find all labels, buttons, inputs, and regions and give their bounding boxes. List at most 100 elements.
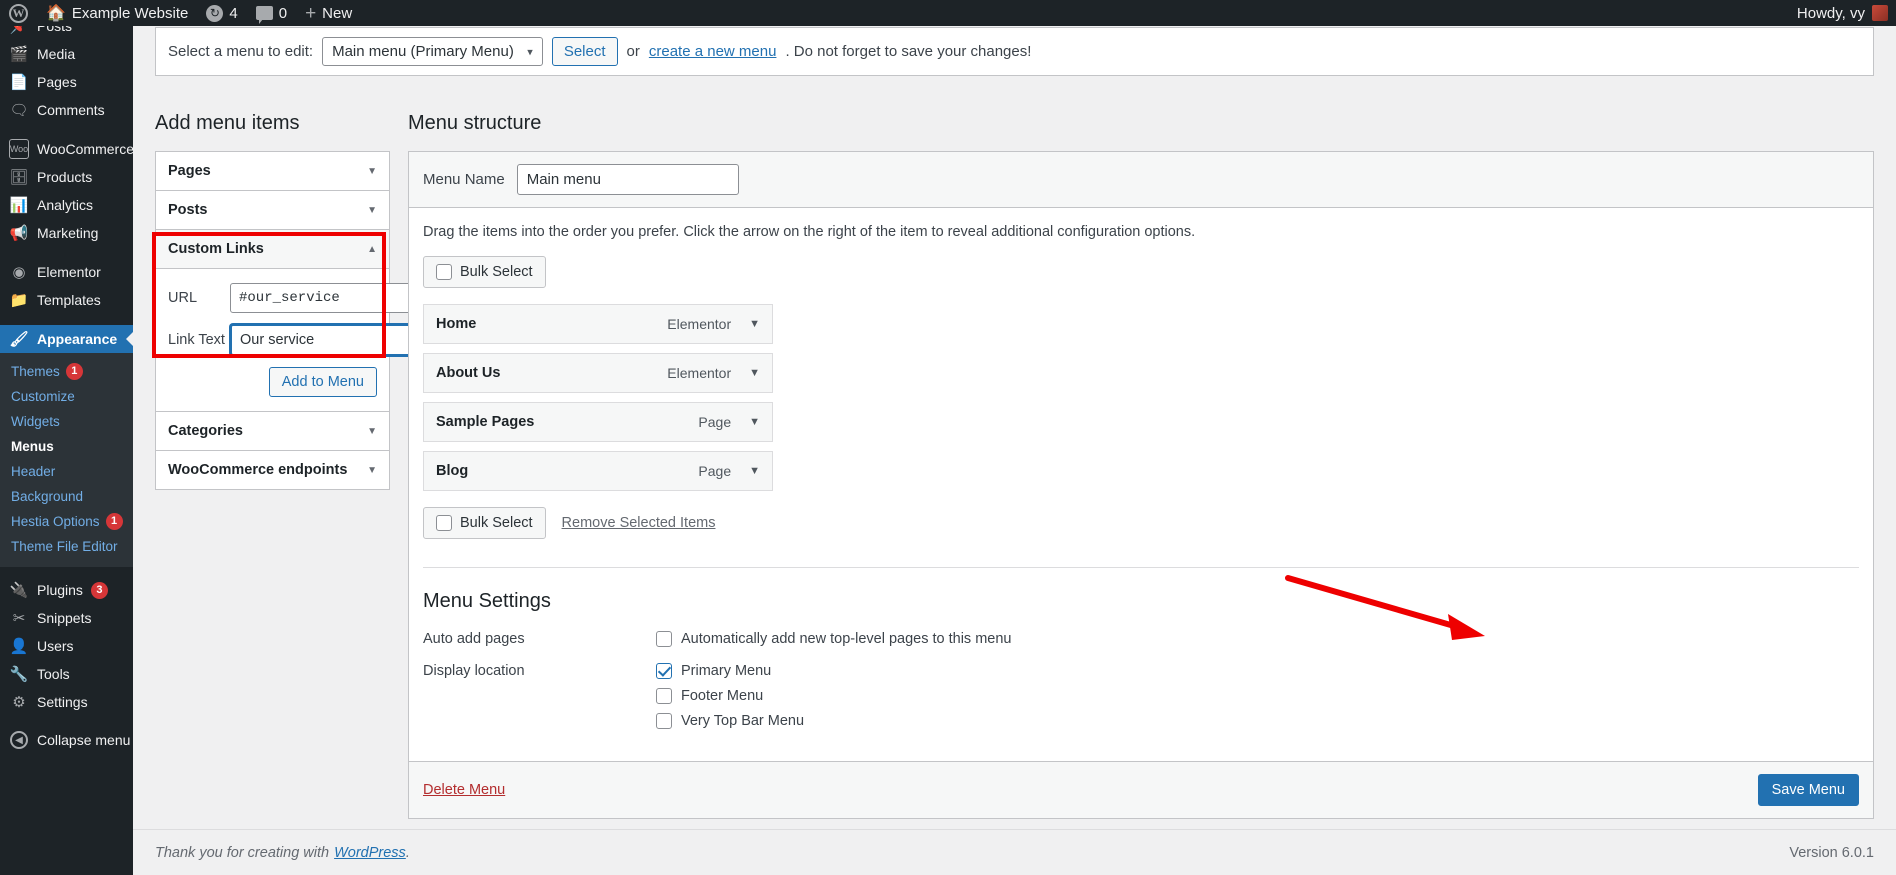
comments-menu[interactable]: 0 — [247, 0, 296, 26]
add-to-menu-button[interactable]: Add to Menu — [268, 367, 377, 397]
submenu-item-header[interactable]: Header — [0, 459, 133, 484]
sidebar-item-analytics[interactable]: 📊 Analytics — [0, 191, 133, 219]
menu-select-dropdown[interactable]: Main menu (Primary Menu) ▾ — [322, 37, 543, 66]
accordion-woocommerce-endpoints[interactable]: WooCommerce endpoints ▼ — [156, 451, 389, 489]
delete-menu-link[interactable]: Delete Menu — [423, 782, 505, 798]
chevron-down-icon: ▾ — [527, 46, 533, 58]
menu-item-row[interactable]: Home Elementor ▼ — [423, 304, 773, 344]
submenu-item-background[interactable]: Background — [0, 484, 133, 509]
sidebar-item-templates[interactable]: 📁 Templates — [0, 286, 133, 314]
chevron-down-icon: ▼ — [367, 425, 377, 437]
menu-item-row[interactable]: About Us Elementor ▼ — [423, 353, 773, 393]
sidebar-item-collapse-menu[interactable]: ◀ Collapse menu — [0, 726, 133, 754]
submenu-item-label: Customize — [11, 389, 75, 404]
auto-add-pages-row: Auto add pages Automatically add new top… — [423, 631, 1859, 647]
submenu-item-customize[interactable]: Customize — [0, 384, 133, 409]
location-footer-menu-item[interactable]: Footer Menu — [656, 688, 804, 704]
media-icon: 🎬 — [9, 46, 29, 63]
auto-add-pages-checkbox[interactable] — [656, 631, 672, 647]
updates-menu[interactable]: ↻ 4 — [197, 0, 246, 26]
menus-columns: Add menu items Pages ▼ Posts ▼ Custom Li… — [133, 112, 1896, 819]
sidebar-item-elementor[interactable]: ◉ Elementor — [0, 258, 133, 286]
submenu-item-themes[interactable]: Themes 1 — [0, 359, 133, 384]
sidebar-item-marketing[interactable]: 📢 Marketing — [0, 219, 133, 247]
bulk-select-top[interactable]: Bulk Select — [423, 256, 546, 288]
menu-structure-panel: Menu Name Drag the items into the order … — [408, 151, 1874, 819]
wordpress-version: Version 6.0.1 — [1789, 844, 1874, 861]
remove-selected-items-link[interactable]: Remove Selected Items — [562, 515, 716, 531]
products-icon: 🗄 — [9, 169, 29, 186]
sidebar-item-label: Pages — [37, 74, 77, 90]
location-very-top-bar-menu-checkbox[interactable] — [656, 713, 672, 729]
accordion-custom-links[interactable]: Custom Links ▲ — [156, 230, 389, 269]
sidebar-item-snippets[interactable]: ✂ Snippets — [0, 604, 133, 632]
chevron-down-icon[interactable]: ▼ — [749, 318, 760, 330]
new-content-menu[interactable]: + New — [296, 0, 361, 26]
chevron-down-icon[interactable]: ▼ — [749, 416, 760, 428]
menu-item-row[interactable]: Sample Pages Page ▼ — [423, 402, 773, 442]
account-menu[interactable]: Howdy, vy — [1797, 5, 1896, 22]
auto-add-options: Automatically add new top-level pages to… — [656, 631, 1011, 647]
location-primary-menu-checkbox[interactable] — [656, 663, 672, 679]
bulk-select-label: Bulk Select — [460, 515, 533, 531]
sidebar-item-posts[interactable]: 📌 Posts — [0, 26, 133, 40]
auto-add-pages-checkbox-item[interactable]: Automatically add new top-level pages to… — [656, 631, 1011, 647]
submenu-item-widgets[interactable]: Widgets — [0, 409, 133, 434]
plugins-update-count: 3 — [90, 581, 108, 599]
location-footer-menu-checkbox[interactable] — [656, 688, 672, 704]
location-very-top-bar-menu-item[interactable]: Very Top Bar Menu — [656, 713, 804, 729]
accordion-pages[interactable]: Pages ▼ — [156, 152, 389, 191]
sidebar-item-users[interactable]: 👤 Users — [0, 632, 133, 660]
sidebar-item-comments[interactable]: 🗨 Comments — [0, 96, 133, 124]
menu-settings-title: Menu Settings — [423, 590, 551, 612]
accordion-categories[interactable]: Categories ▼ — [156, 411, 389, 451]
save-menu-button[interactable]: Save Menu — [1757, 774, 1859, 806]
menu-name-input[interactable] — [516, 164, 739, 195]
link-text-input[interactable] — [230, 324, 437, 356]
admin-footer: Thank you for creating with WordPress . … — [133, 829, 1896, 875]
admin-bar: W 🏠 Example Website ↻ 4 0 + New Howdy, v… — [0, 0, 1896, 26]
sidebar-item-label: Posts — [37, 26, 73, 34]
display-location-label: Display location — [423, 663, 525, 679]
accordion-posts[interactable]: Posts ▼ — [156, 191, 389, 230]
submenu-item-label: Theme File Editor — [11, 539, 118, 554]
comments-count: 0 — [278, 4, 288, 22]
submenu-item-label: Menus — [11, 439, 54, 454]
site-name-menu[interactable]: 🏠 Example Website — [37, 0, 197, 26]
bulk-select-bottom[interactable]: Bulk Select — [423, 507, 546, 539]
submenu-item-menus[interactable]: Menus — [0, 434, 133, 459]
wp-logo-menu[interactable]: W — [0, 0, 37, 26]
url-input[interactable] — [230, 283, 425, 313]
wordpress-link[interactable]: WordPress — [334, 845, 406, 861]
submenu-item-theme-file-editor[interactable]: Theme File Editor — [0, 534, 133, 559]
sidebar-item-plugins[interactable]: 🔌 Plugins 3 — [0, 576, 133, 604]
pages-icon: 📄 — [9, 74, 29, 91]
location-primary-menu-item[interactable]: Primary Menu — [656, 663, 804, 679]
sidebar-item-pages[interactable]: 📄 Pages — [0, 68, 133, 96]
auto-add-pages-label: Auto add pages — [423, 631, 525, 647]
select-button[interactable]: Select — [551, 37, 618, 66]
submenu-item-label: Hestia Options — [11, 514, 100, 529]
sidebar-item-media[interactable]: 🎬 Media — [0, 40, 133, 68]
bulk-select-checkbox[interactable] — [436, 264, 452, 280]
submenu-item-hestia-options[interactable]: Hestia Options 1 — [0, 509, 133, 534]
menu-item-name: Blog — [436, 463, 469, 479]
sidebar-item-tools[interactable]: 🔧 Tools — [0, 660, 133, 688]
bulk-select-checkbox[interactable] — [436, 515, 452, 531]
sidebar-item-appearance[interactable]: 🖌 Appearance — [0, 325, 133, 353]
accordion-label: Categories — [168, 423, 243, 439]
sidebar-item-label: Settings — [37, 694, 88, 710]
sidebar-item-label: Tools — [37, 666, 70, 682]
chevron-down-icon[interactable]: ▼ — [749, 367, 760, 379]
bulk-actions-row: Bulk Select Remove Selected Items — [423, 507, 1859, 539]
sidebar-item-settings[interactable]: ⚙ Settings — [0, 688, 133, 716]
sidebar-item-products[interactable]: 🗄 Products — [0, 163, 133, 191]
location-label: Primary Menu — [681, 663, 772, 679]
add-menu-items-title: Add menu items — [155, 112, 300, 134]
menu-item-row[interactable]: Blog Page ▼ — [423, 451, 773, 491]
create-new-menu-link[interactable]: create a new menu — [649, 43, 777, 60]
sidebar-item-woocommerce[interactable]: Woo WooCommerce — [0, 135, 133, 163]
menu-select-bar: Select a menu to edit: Main menu (Primar… — [155, 27, 1874, 76]
chevron-down-icon[interactable]: ▼ — [749, 465, 760, 477]
sidebar-item-label: Plugins — [37, 582, 83, 598]
